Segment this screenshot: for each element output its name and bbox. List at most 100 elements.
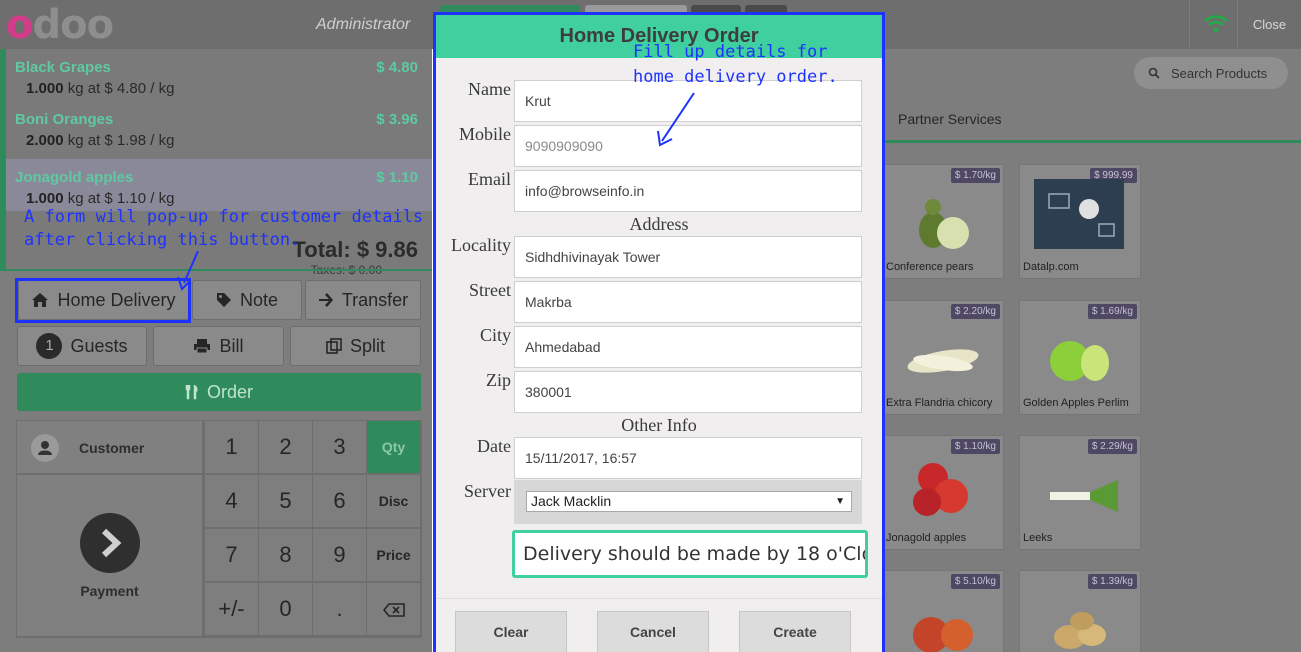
products-panel: Search Products Partner Services $ 1.70/… bbox=[882, 49, 1301, 652]
annotation-arrow-icon bbox=[657, 92, 695, 147]
key-9[interactable]: 9 bbox=[313, 529, 366, 581]
clear-button[interactable]: Clear bbox=[455, 611, 567, 652]
city-input[interactable]: Ahmedabad bbox=[514, 326, 862, 368]
close-button[interactable]: Close bbox=[1237, 0, 1301, 49]
order-button[interactable]: Order bbox=[17, 373, 421, 411]
product-card[interactable]: $ 2.29/kg Leeks bbox=[1019, 435, 1141, 550]
order-label: Order bbox=[206, 381, 253, 402]
user-name: Administrator bbox=[316, 16, 411, 33]
category-underline bbox=[882, 140, 1301, 143]
product-name: Jonagold apples bbox=[15, 169, 134, 186]
datalp-image bbox=[1034, 179, 1124, 249]
home-delivery-modal: Home Delivery Order Name Krut Mobile 909… bbox=[433, 12, 885, 652]
product-card[interactable]: $ 1.10/kg Jonagold apples bbox=[882, 435, 1004, 550]
key-6[interactable]: 6 bbox=[313, 475, 366, 527]
apple-image bbox=[913, 463, 968, 516]
order-line[interactable]: Boni Oranges $ 3.96 2.000 kg at $ 1.98 /… bbox=[6, 101, 432, 153]
product-card[interactable]: $ 2.20/kg Extra Flandria chicory bbox=[882, 300, 1004, 415]
date-input[interactable]: 15/11/2017, 16:57 bbox=[514, 437, 862, 479]
product-price: $ 1.70/kg bbox=[950, 168, 1000, 183]
line-qty: 1.000 kg at $ 4.80 / kg bbox=[26, 80, 174, 97]
customer-label: Customer bbox=[79, 440, 145, 456]
category-partner-services[interactable]: Partner Services bbox=[898, 111, 1001, 127]
other-info-section-title: Other Info bbox=[621, 415, 697, 435]
key-7[interactable]: 7 bbox=[205, 529, 258, 581]
search-icon bbox=[1148, 67, 1160, 79]
potato-image bbox=[1054, 612, 1106, 649]
tag-icon bbox=[216, 293, 231, 307]
cutlery-icon bbox=[185, 384, 198, 400]
payment-button[interactable]: Payment bbox=[17, 475, 202, 636]
line-qty: 1.000 kg at $ 1.10 / kg bbox=[26, 190, 174, 207]
key-5[interactable]: 5 bbox=[259, 475, 312, 527]
key-2[interactable]: 2 bbox=[259, 421, 312, 473]
key-1[interactable]: 1 bbox=[205, 421, 258, 473]
copy-icon bbox=[326, 338, 342, 354]
apple-image bbox=[1050, 341, 1109, 381]
key-3[interactable]: 3 bbox=[313, 421, 366, 473]
backspace-icon bbox=[382, 603, 405, 617]
note-label: Note bbox=[239, 289, 279, 310]
locality-input[interactable]: Sidhdhivinayak Tower bbox=[514, 236, 862, 278]
delivery-note-input[interactable]: Delivery should be made by 18 o'Clock bbox=[512, 530, 868, 578]
dropdown-arrow-icon: ▼ bbox=[835, 496, 845, 507]
email-label: Email bbox=[468, 169, 511, 189]
street-label: Street bbox=[469, 280, 511, 300]
key-4[interactable]: 4 bbox=[205, 475, 258, 527]
create-button[interactable]: Create bbox=[739, 611, 851, 652]
product-price: $ 1.39/kg bbox=[1087, 574, 1137, 589]
guests-button[interactable]: 1 Guests bbox=[17, 326, 147, 366]
product-name: Boni Oranges bbox=[15, 111, 114, 128]
bill-button[interactable]: Bill bbox=[153, 326, 284, 366]
key-0[interactable]: 0 bbox=[259, 583, 312, 635]
split-button[interactable]: Split bbox=[290, 326, 421, 366]
annotation-line: A form will pop-up for customer details bbox=[24, 207, 424, 227]
key-decimal[interactable]: . bbox=[313, 583, 366, 635]
zip-input[interactable]: 380001 bbox=[514, 371, 862, 413]
highlight-box bbox=[15, 278, 191, 323]
product-card[interactable]: $ 5.10/kg bbox=[882, 570, 1004, 652]
street-input[interactable]: Makrba bbox=[514, 281, 862, 323]
product-name: Conference pears bbox=[886, 261, 974, 273]
name-label: Name bbox=[468, 79, 511, 99]
cancel-button[interactable]: Cancel bbox=[597, 611, 709, 652]
qty-value: 1.000 bbox=[26, 190, 64, 207]
order-line[interactable]: Black Grapes $ 4.80 1.000 kg at $ 4.80 /… bbox=[6, 49, 432, 101]
mobile-label: Mobile bbox=[459, 124, 511, 144]
product-name: Golden Apples Perlim bbox=[1023, 397, 1129, 409]
customer-button[interactable]: Customer bbox=[17, 421, 202, 473]
qty-value: 1.000 bbox=[26, 80, 64, 97]
key-plus-minus[interactable]: +/- bbox=[205, 583, 258, 635]
product-card[interactable]: $ 1.69/kg Golden Apples Perlim bbox=[1019, 300, 1141, 415]
product-card[interactable]: $ 1.39/kg bbox=[1019, 570, 1141, 652]
leeks-image bbox=[1050, 480, 1118, 512]
product-name: Leeks bbox=[1023, 532, 1053, 544]
price-mode-button[interactable]: Price bbox=[367, 529, 420, 581]
email-input[interactable]: info@browseinfo.in bbox=[514, 170, 862, 212]
divider bbox=[1189, 0, 1190, 49]
key-8[interactable]: 8 bbox=[259, 529, 312, 581]
qty-mode-button[interactable]: Qty bbox=[367, 421, 420, 473]
zip-label: Zip bbox=[486, 370, 511, 390]
backspace-key[interactable] bbox=[367, 583, 420, 635]
search-products-input[interactable]: Search Products bbox=[1134, 57, 1288, 89]
unit-info: kg at $ 4.80 / kg bbox=[67, 80, 175, 97]
product-name: Extra Flandria chicory bbox=[886, 397, 993, 409]
product-card[interactable]: $ 1.70/kg Conference pears bbox=[882, 164, 1004, 279]
product-name: Datalp.com bbox=[1023, 261, 1079, 273]
order-line-selected[interactable]: Jonagold apples $ 1.10 1.000 kg at $ 1.1… bbox=[6, 159, 432, 211]
modal-footer: Clear Cancel Create bbox=[436, 598, 882, 652]
disc-mode-button[interactable]: Disc bbox=[367, 475, 420, 527]
product-name: Black Grapes bbox=[15, 59, 111, 76]
unit-info: kg at $ 1.98 / kg bbox=[67, 132, 175, 149]
split-label: Split bbox=[349, 335, 385, 356]
server-select[interactable]: Jack Macklin ▼ bbox=[526, 491, 852, 512]
arrow-right-icon bbox=[318, 293, 333, 307]
annotation-modal: Fill up details for home delivery order. bbox=[633, 40, 838, 90]
transfer-button[interactable]: Transfer bbox=[305, 280, 421, 320]
address-section-title: Address bbox=[629, 214, 689, 234]
product-price: $ 1.10/kg bbox=[950, 439, 1000, 454]
qty-value: 2.000 bbox=[26, 132, 64, 149]
product-card[interactable]: $ 999.99 Datalp.com bbox=[1019, 164, 1141, 279]
annotation-line: home delivery order. bbox=[633, 67, 838, 87]
